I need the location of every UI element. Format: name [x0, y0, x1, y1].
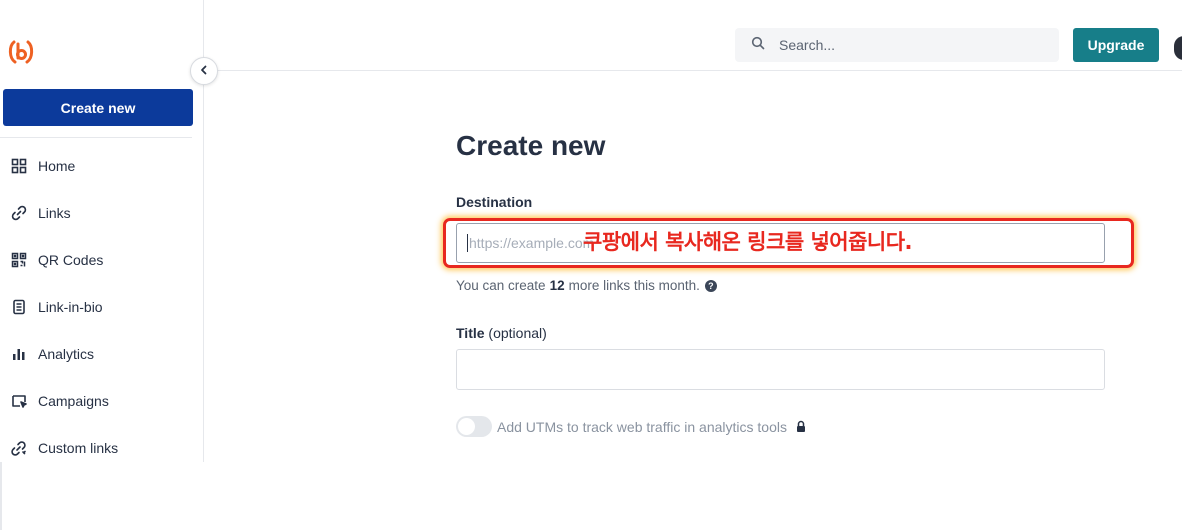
bitly-logo-icon[interactable] — [6, 38, 36, 66]
sidebar-item-label: Home — [38, 158, 76, 174]
sidebar-item-qr-codes[interactable]: QR Codes — [0, 237, 200, 283]
sidebar-item-custom-links[interactable]: Custom links — [0, 425, 200, 471]
lock-icon — [795, 420, 807, 433]
sidebar-item-label: Campaigns — [38, 393, 109, 409]
campaign-icon — [10, 392, 28, 410]
destination-label: Destination — [456, 194, 533, 210]
title-label-text: Title — [456, 325, 485, 341]
avatar[interactable] — [1174, 36, 1182, 60]
collapse-sidebar-button[interactable] — [190, 57, 218, 85]
sidebar-item-label: QR Codes — [38, 252, 104, 268]
sidebar-item-home[interactable]: Home — [0, 143, 200, 189]
text-cursor — [467, 234, 468, 252]
create-new-button[interactable]: Create new — [3, 89, 193, 126]
title-input[interactable] — [456, 349, 1105, 390]
chevron-left-icon — [199, 62, 209, 80]
quota-prefix: You can create — [456, 278, 546, 293]
sidebar-item-analytics[interactable]: Analytics — [0, 331, 200, 377]
header-divider — [205, 70, 1182, 71]
custom-link-icon — [10, 439, 28, 457]
title-label: Title (optional) — [456, 325, 547, 341]
annotation-text: 쿠팡에서 복사해온 링크를 넣어줍니다. — [583, 230, 913, 254]
qr-code-icon — [10, 251, 28, 269]
search-placeholder: Search... — [779, 37, 836, 53]
sidebar-item-link-in-bio[interactable]: Link-in-bio — [0, 284, 200, 330]
toggle-knob — [458, 418, 475, 435]
quota-suffix: more links this month. — [568, 278, 700, 293]
utm-label: Add UTMs to track web traffic in analyti… — [497, 418, 787, 435]
link-quota-text: You can create 12 more links this month.… — [456, 278, 717, 293]
search-input[interactable]: Search... — [735, 28, 1059, 62]
bar-chart-icon — [10, 345, 28, 363]
sidebar-item-campaigns[interactable]: Campaigns — [0, 378, 200, 424]
help-icon[interactable]: ? — [704, 279, 717, 292]
sidebar-item-label: Custom links — [38, 440, 119, 456]
utm-toggle[interactable] — [456, 416, 492, 437]
sidebar: Create new Home Links QR Codes Link-in-b… — [0, 0, 204, 462]
page-title: Create new — [456, 130, 606, 161]
sidebar-divider — [0, 137, 192, 138]
upgrade-button[interactable]: Upgrade — [1073, 28, 1159, 62]
quota-count: 12 — [549, 278, 565, 293]
link-icon — [10, 204, 28, 222]
page-icon — [10, 298, 28, 316]
title-optional-text: (optional) — [488, 325, 547, 341]
utm-row: Add UTMs to track web traffic in analyti… — [456, 416, 807, 437]
sidebar-item-label: Analytics — [38, 346, 95, 362]
sidebar-item-label: Links — [38, 205, 71, 221]
sidebar-item-links[interactable]: Links — [0, 190, 200, 236]
search-icon — [751, 36, 765, 55]
sidebar-item-label: Link-in-bio — [38, 299, 103, 315]
grid-icon — [10, 157, 28, 175]
